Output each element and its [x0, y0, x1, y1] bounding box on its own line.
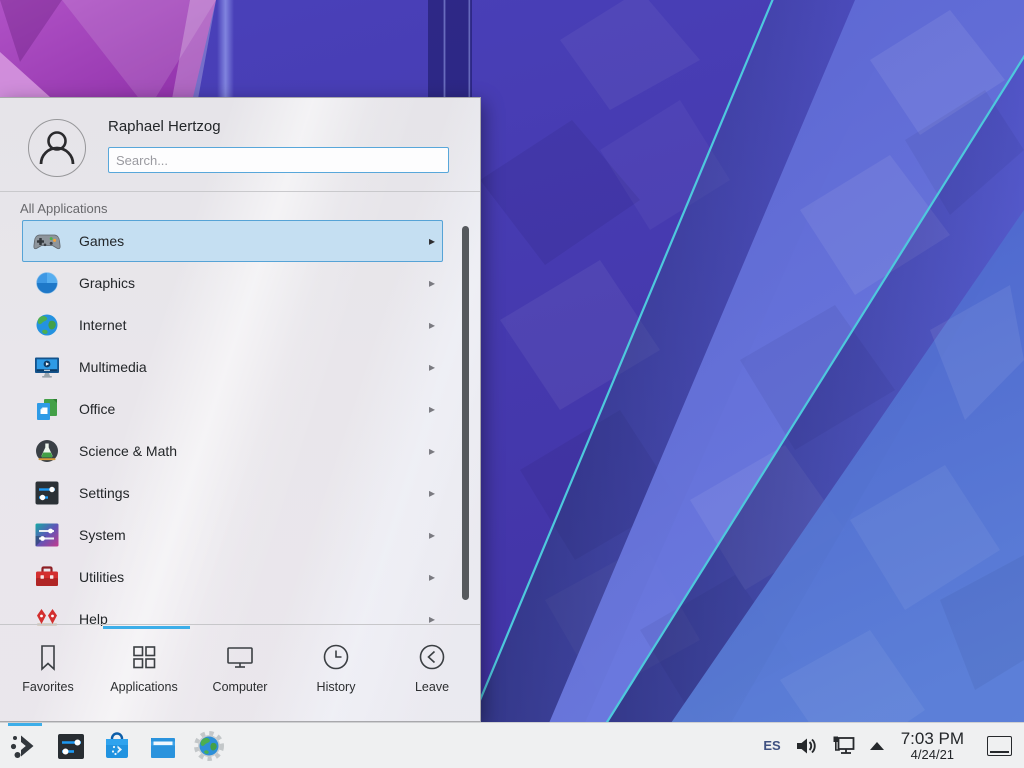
category-list: Games Graphics — [0, 220, 480, 626]
active-tab-indicator — [103, 626, 190, 629]
submenu-arrow-icon — [429, 529, 435, 541]
tab-favorites[interactable]: Favorites — [0, 625, 96, 721]
tab-computer[interactable]: Computer — [192, 625, 288, 721]
user-name: Raphael Hertzog — [108, 118, 221, 135]
launcher-tab-bar: Favorites Applications Computer — [0, 624, 480, 721]
discover-button[interactable] — [96, 723, 138, 768]
app-launcher-button[interactable] — [4, 723, 46, 768]
submenu-arrow-icon — [429, 277, 435, 289]
internet-icon — [33, 311, 61, 339]
network-icon[interactable] — [831, 733, 857, 759]
application-launcher-menu: Raphael Hertzog All Applications — [0, 97, 481, 722]
menu-item-label: Science & Math — [79, 443, 177, 459]
tab-label: Leave — [415, 680, 449, 694]
tab-leave[interactable]: Leave — [384, 625, 480, 721]
submenu-arrow-icon — [429, 445, 435, 457]
clock-date: 4/24/21 — [901, 748, 964, 762]
menu-item-label: Settings — [79, 485, 130, 501]
leave-icon — [416, 641, 448, 673]
office-icon — [33, 395, 61, 423]
globe-gear-icon — [193, 730, 225, 762]
menu-item-label: Internet — [79, 317, 126, 333]
menu-item-internet[interactable]: Internet — [22, 304, 443, 346]
kde-start-icon — [9, 730, 41, 762]
grid-icon — [128, 641, 160, 673]
menu-item-settings[interactable]: Settings — [22, 472, 443, 514]
header-separator — [0, 191, 480, 192]
keyboard-layout-indicator[interactable]: ES — [763, 738, 780, 753]
tab-history[interactable]: History — [288, 625, 384, 721]
menu-item-office[interactable]: Office — [22, 388, 443, 430]
menu-item-label: Office — [79, 401, 115, 417]
tab-label: Computer — [213, 680, 268, 694]
system-settings-icon — [55, 730, 87, 762]
tab-applications[interactable]: Applications — [96, 625, 192, 721]
menu-item-utilities[interactable]: Utilities — [22, 556, 443, 598]
taskbar-panel: ES 7:03 PM 4/24/21 — [0, 722, 1024, 768]
submenu-arrow-icon — [429, 235, 435, 247]
digital-clock[interactable]: 7:03 PM 4/24/21 — [901, 730, 964, 762]
menu-item-multimedia[interactable]: Multimedia — [22, 346, 443, 388]
monitor-icon — [224, 641, 256, 673]
menu-item-label: System — [79, 527, 126, 543]
menu-item-graphics[interactable]: Graphics — [22, 262, 443, 304]
system-tray: ES 7:03 PM 4/24/21 — [763, 730, 1016, 762]
system-settings-button[interactable] — [50, 723, 92, 768]
menu-item-games[interactable]: Games — [22, 220, 443, 262]
menu-item-label: Games — [79, 233, 124, 249]
menu-item-help[interactable]: Help — [22, 598, 443, 626]
user-icon — [29, 120, 85, 176]
submenu-arrow-icon — [429, 571, 435, 583]
submenu-arrow-icon — [429, 319, 435, 331]
science-icon — [33, 437, 61, 465]
submenu-arrow-icon — [429, 487, 435, 499]
tab-label: Favorites — [22, 680, 73, 694]
menu-item-label: Graphics — [79, 275, 135, 291]
tab-label: Applications — [110, 680, 177, 694]
utilities-icon — [33, 563, 61, 591]
folder-icon — [147, 730, 179, 762]
tray-expand-icon[interactable] — [870, 742, 884, 750]
user-avatar[interactable] — [28, 119, 86, 177]
section-label: All Applications — [20, 201, 107, 216]
launcher-open-indicator — [8, 723, 42, 726]
web-browser-button[interactable] — [188, 723, 230, 768]
graphics-icon — [33, 269, 61, 297]
multimedia-icon — [33, 353, 61, 381]
bookmark-icon — [32, 641, 64, 673]
tab-label: History — [317, 680, 356, 694]
volume-icon[interactable] — [794, 734, 818, 758]
search-input[interactable] — [108, 147, 449, 173]
desktop: Raphael Hertzog All Applications — [0, 0, 1024, 768]
show-desktop-button[interactable] — [987, 736, 1012, 756]
discover-icon — [101, 730, 133, 762]
system-icon — [33, 521, 61, 549]
menu-item-label: Multimedia — [79, 359, 147, 375]
help-icon — [33, 605, 61, 626]
menu-item-label: Utilities — [79, 569, 124, 585]
launcher-header: Raphael Hertzog — [0, 98, 480, 191]
file-manager-button[interactable] — [142, 723, 184, 768]
menu-item-system[interactable]: System — [22, 514, 443, 556]
settings-icon — [33, 479, 61, 507]
menu-item-science-math[interactable]: Science & Math — [22, 430, 443, 472]
submenu-arrow-icon — [429, 403, 435, 415]
clock-icon — [320, 641, 352, 673]
scrollbar[interactable] — [462, 226, 469, 600]
submenu-arrow-icon — [429, 361, 435, 373]
clock-time: 7:03 PM — [901, 730, 964, 748]
games-icon — [33, 227, 61, 255]
